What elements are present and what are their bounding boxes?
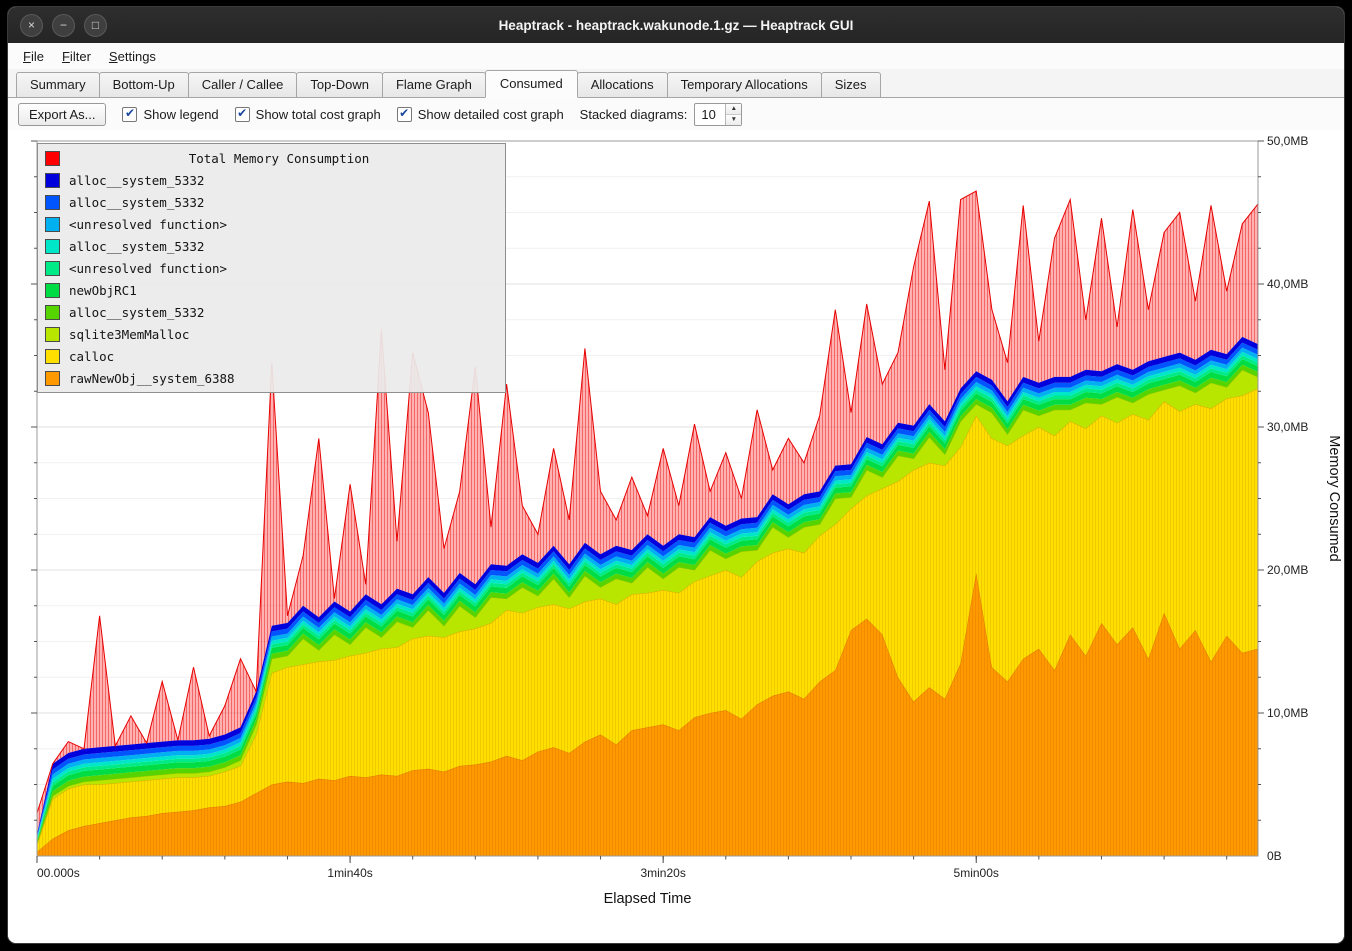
tab-summary[interactable]: Summary: [16, 72, 100, 97]
legend-swatch: [45, 371, 60, 386]
legend-label: calloc: [69, 349, 114, 364]
checkbox-label: Show legend: [143, 107, 218, 122]
checkbox-show-total-cost-graph[interactable]: Show total cost graph: [235, 107, 381, 122]
legend-item: calloc: [38, 345, 505, 367]
stacked-diagrams-label: Stacked diagrams:: [580, 107, 688, 122]
legend-label: sqlite3MemMalloc: [69, 327, 189, 342]
y-tick-label: 20,0MB: [1267, 563, 1308, 577]
legend-swatch: [45, 327, 60, 342]
legend-item: newObjRC1: [38, 279, 505, 301]
tab-allocations[interactable]: Allocations: [577, 72, 668, 97]
window-title: Heaptrack - heaptrack.wakunode.1.gz — He…: [499, 18, 854, 33]
menu-settings[interactable]: Settings: [100, 46, 165, 67]
legend-item: alloc__system_5332: [38, 235, 505, 257]
stacked-diagrams-control: Stacked diagrams: 10 ▲ ▼: [580, 103, 743, 126]
x-tick-label: 3min20s: [640, 866, 685, 880]
legend-swatch: [45, 173, 60, 188]
legend-label: <unresolved function>: [69, 261, 227, 276]
legend-label: rawNewObj__system_6388: [69, 371, 235, 386]
tab-bar: SummaryBottom-UpCaller / CalleeTop-DownF…: [8, 69, 1344, 98]
y-tick-label: 0B: [1267, 849, 1282, 863]
tab-caller-callee[interactable]: Caller / Callee: [188, 72, 298, 97]
legend-label: alloc__system_5332: [69, 239, 204, 254]
legend-swatch: [45, 305, 60, 320]
legend-label: newObjRC1: [69, 283, 137, 298]
legend-title: Total Memory Consumption: [60, 151, 498, 166]
legend-label: alloc__system_5332: [69, 195, 204, 210]
window-controls: ×−□: [20, 7, 107, 43]
spinner-arrows: ▲ ▼: [725, 104, 741, 125]
legend-item: alloc__system_5332: [38, 301, 505, 323]
legend-item: sqlite3MemMalloc: [38, 323, 505, 345]
x-axis-title: Elapsed Time: [604, 891, 692, 907]
tab-top-down[interactable]: Top-Down: [296, 72, 383, 97]
legend-swatch: [45, 239, 60, 254]
y-tick-label: 40,0MB: [1267, 277, 1308, 291]
export-as-button[interactable]: Export As...: [18, 103, 106, 126]
close-button[interactable]: ×: [20, 14, 43, 37]
menubar: FileFilterSettings: [8, 43, 1344, 69]
y-axis-title: Memory Consumed: [1326, 435, 1342, 562]
legend-swatch: [45, 195, 60, 210]
legend-item: <unresolved function>: [38, 257, 505, 279]
legend-label: <unresolved function>: [69, 217, 227, 232]
toolbar: Export As... Show legend Show total cost …: [8, 98, 1344, 130]
checkbox-label: Show total cost graph: [256, 107, 381, 122]
y-tick-label: 30,0MB: [1267, 420, 1308, 434]
titlebar: ×−□ Heaptrack - heaptrack.wakunode.1.gz …: [8, 7, 1344, 43]
legend-swatch: [45, 151, 60, 166]
app-window: ×−□ Heaptrack - heaptrack.wakunode.1.gz …: [7, 6, 1345, 944]
tab-bottom-up[interactable]: Bottom-Up: [99, 72, 189, 97]
stacked-diagrams-spinner[interactable]: 10 ▲ ▼: [694, 103, 742, 126]
x-tick-label: 00.000s: [37, 866, 80, 880]
tab-temporary-allocations[interactable]: Temporary Allocations: [667, 72, 822, 97]
legend-swatch: [45, 217, 60, 232]
x-tick-label: 5min00s: [954, 866, 999, 880]
tab-flame-graph[interactable]: Flame Graph: [382, 72, 486, 97]
menu-file[interactable]: File: [14, 46, 53, 67]
spinner-up-button[interactable]: ▲: [726, 104, 741, 115]
checkbox-show-detailed-cost-graph[interactable]: Show detailed cost graph: [397, 107, 564, 122]
minimize-button[interactable]: −: [52, 14, 75, 37]
chart-legend: Total Memory Consumption alloc__system_53…: [37, 143, 506, 393]
spinner-value: 10: [695, 104, 725, 125]
y-tick-label: 10,0MB: [1267, 706, 1308, 720]
menu-filter[interactable]: Filter: [53, 46, 100, 67]
legend-label: alloc__system_5332: [69, 173, 204, 188]
legend-swatch: [45, 283, 60, 298]
legend-title-row: Total Memory Consumption: [38, 147, 505, 169]
legend-item: alloc__system_5332: [38, 169, 505, 191]
spinner-down-button[interactable]: ▼: [726, 115, 741, 125]
legend-swatch: [45, 349, 60, 364]
checkbox-label: Show detailed cost graph: [418, 107, 564, 122]
maximize-button[interactable]: □: [84, 14, 107, 37]
checkbox-box[interactable]: [235, 107, 250, 122]
checkbox-box[interactable]: [397, 107, 412, 122]
legend-swatch: [45, 261, 60, 276]
checkbox-box[interactable]: [122, 107, 137, 122]
tab-consumed[interactable]: Consumed: [485, 70, 578, 98]
legend-item: alloc__system_5332: [38, 191, 505, 213]
legend-item: <unresolved function>: [38, 213, 505, 235]
legend-item: rawNewObj__system_6388: [38, 367, 505, 389]
toolbar-checkboxes: Show legend Show total cost graph Show det…: [122, 107, 563, 122]
y-tick-label: 50,0MB: [1267, 134, 1308, 148]
chart-area[interactable]: 00.000s 1min40s 3min20s 5min00s 0B 10,0MB 20,0…: [8, 130, 1344, 943]
checkbox-show-legend[interactable]: Show legend: [122, 107, 218, 122]
legend-label: alloc__system_5332: [69, 305, 204, 320]
x-tick-label: 1min40s: [327, 866, 372, 880]
tab-sizes[interactable]: Sizes: [821, 72, 881, 97]
